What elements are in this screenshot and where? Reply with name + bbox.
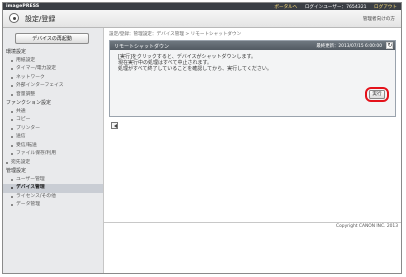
sidebar-menu-item[interactable]: デバイス管理 — [3, 184, 103, 193]
logout-link[interactable]: ログアウト — [374, 5, 397, 10]
panel-message: [実行]をクリックすると、デバイスがシャットダウンします。 現在実行中の処理はす… — [118, 54, 368, 72]
top-header: imagePRESS ポータルへ ログインユーザー：7654321 ログアウト — [3, 3, 401, 10]
back-icon[interactable] — [111, 122, 118, 129]
menu-category: ファンクション設定 — [6, 100, 52, 106]
title-bar: 設定/登録 管理者向けの方 — [3, 10, 401, 28]
sidebar-menu-item[interactable]: 外部インターフェイス — [3, 82, 103, 91]
settings-icon — [9, 13, 19, 23]
refresh-icon[interactable] — [386, 42, 393, 49]
footer-divider — [104, 222, 401, 223]
sidebar: デバイスの再起動 環境設定用紙設定 タイマー/電力設定 ネットワーク 外部インターフェ… — [3, 28, 104, 273]
header-links: ポータルへ ログインユーザー：7654321 ログアウト — [268, 4, 397, 10]
sidebar-menu-item[interactable]: 音量調整 — [3, 91, 103, 100]
sidebar-menu-item[interactable]: 宛先設定 — [3, 159, 103, 168]
sidebar-menu-item[interactable]: 共通 — [3, 108, 103, 117]
admin-help-link[interactable]: 管理者向けの方 — [363, 16, 395, 22]
sidebar-menu-item[interactable]: ファイル保存/利用 — [3, 150, 103, 159]
breadcrumb: 設定/登録：管理設定：デバイス管理 > リモートシャットダウン — [109, 32, 242, 37]
login-user: ログインユーザー：7654321 — [304, 4, 367, 10]
sidebar-menu-item[interactable]: ネットワーク — [3, 74, 103, 83]
panel-title: リモートシャットダウン — [114, 43, 170, 50]
menu-category: 管理設定 — [6, 168, 27, 174]
execute-button[interactable]: 実行 — [369, 90, 385, 99]
brand-logo: imagePRESS — [6, 4, 40, 9]
sidebar-menu-item[interactable]: タイマー/電力設定 — [3, 65, 103, 74]
page-title: 設定/登録 — [25, 15, 56, 23]
portal-link[interactable]: ポータルへ — [274, 5, 297, 10]
sidebar-menu-item[interactable]: 受信/転送 — [3, 142, 103, 151]
copyright: Copyright CANON INC. 2013 — [336, 224, 398, 229]
sidebar-menu-item[interactable]: ライセンス/その他 — [3, 193, 103, 202]
sidebar-menu-item[interactable]: コピー — [3, 116, 103, 125]
sidebar-menu-item[interactable]: ユーザー管理 — [3, 176, 103, 185]
sidebar-menu-item[interactable]: データ管理 — [3, 201, 103, 210]
remote-shutdown-panel: リモートシャットダウン 最終更新：2013/07/15 6:00:00 [実行]… — [109, 40, 396, 117]
menu-category: 環境設定 — [6, 49, 27, 55]
restart-device-button[interactable]: デバイスの再起動 — [15, 33, 89, 44]
sidebar-menu-item[interactable]: 用紙設定 — [3, 57, 103, 66]
sidebar-menu: 環境設定用紙設定 タイマー/電力設定 ネットワーク 外部インターフェイス 音量調整 ファン… — [3, 48, 103, 210]
app-window: imagePRESS ポータルへ ログインユーザー：7654321 ログアウト … — [2, 2, 402, 274]
panel-header: リモートシャットダウン 最終更新：2013/07/15 6:00:00 — [110, 41, 395, 50]
message-line: 処理がすべて終了していることを確認してから、実行してください。 — [118, 66, 272, 72]
main-content: 設定/登録：管理設定：デバイス管理 > リモートシャットダウン リモートシャット… — [104, 28, 401, 273]
sidebar-menu-item[interactable]: プリンター — [3, 125, 103, 134]
sidebar-menu-item[interactable]: 送信 — [3, 133, 103, 142]
last-updated: 最終更新：2013/07/15 6:00:00 — [316, 43, 382, 49]
